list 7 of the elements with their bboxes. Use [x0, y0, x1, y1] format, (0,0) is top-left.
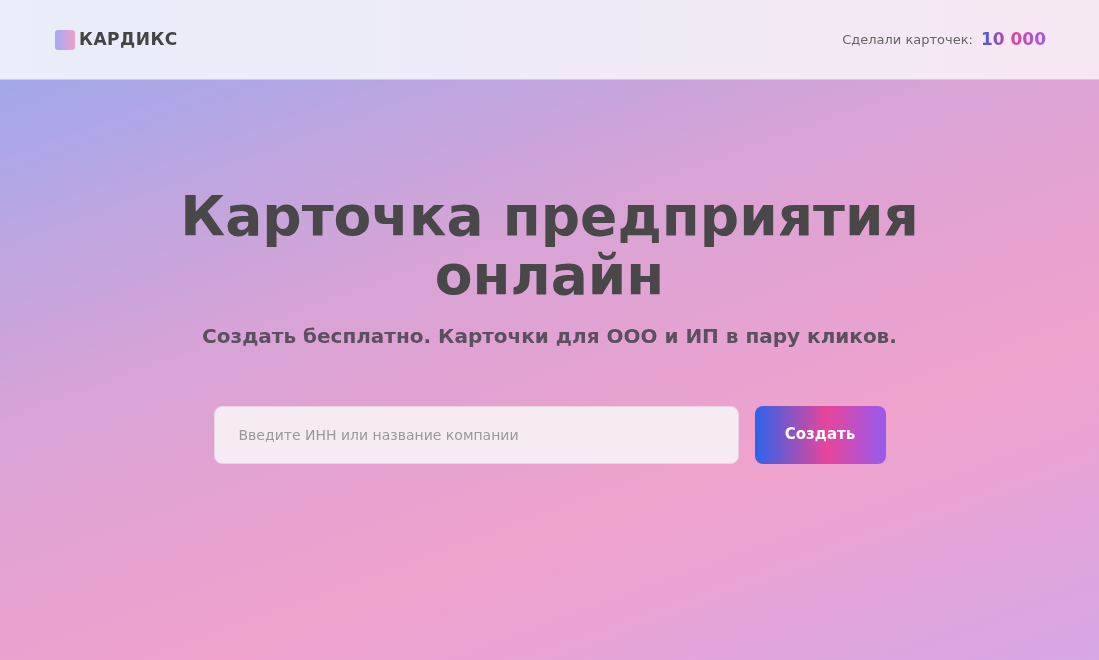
logo[interactable]: КАРДИКС	[79, 26, 178, 53]
create-button[interactable]: Создать	[754, 405, 886, 464]
logo-icon	[55, 29, 75, 50]
counter-label: Сделали карточек:	[842, 30, 973, 49]
hero-subtitle: Создать бесплатно. Карточки для ООО и ИП в пару кликов.	[202, 322, 897, 350]
company-search-field[interactable]: Введите ИНН или название компании	[213, 405, 739, 464]
hero-title: Карточка предприятия онлайн	[179, 187, 920, 305]
